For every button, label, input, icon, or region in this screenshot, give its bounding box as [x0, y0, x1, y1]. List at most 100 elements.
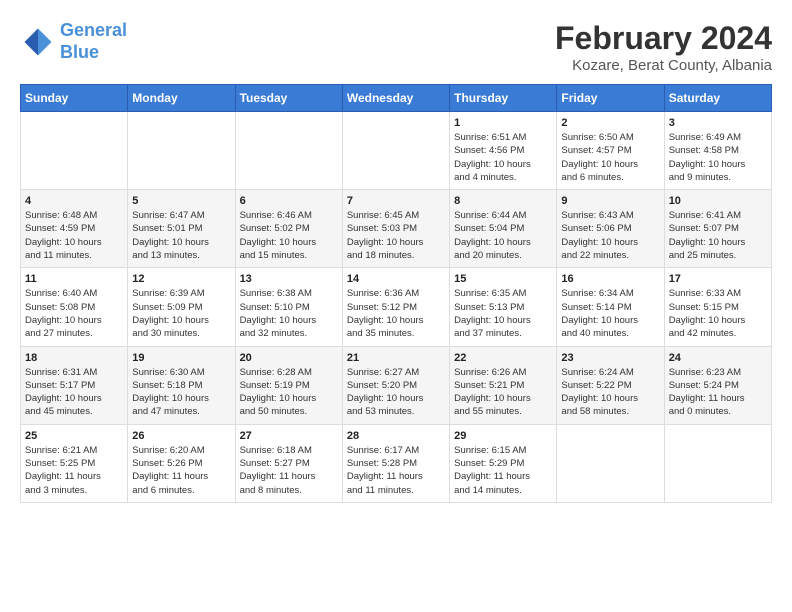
col-header-friday: Friday	[557, 85, 664, 112]
day-info: Sunrise: 6:43 AM Sunset: 5:06 PM Dayligh…	[561, 209, 659, 262]
calendar-cell: 8Sunrise: 6:44 AM Sunset: 5:04 PM Daylig…	[450, 190, 557, 268]
calendar-cell: 17 Sunrise: 6:33 AM Sunset: 5:15 PM Dayli…	[664, 268, 771, 346]
day-number: 21	[347, 352, 445, 364]
day-info: Sunrise: 6:48 AM Sunset: 4:59 PM Dayligh…	[25, 209, 123, 262]
day-number: 29	[454, 430, 552, 442]
week-row-5: 25 Sunrise: 6:21 AM Sunset: 5:25 PM Dayli…	[21, 424, 772, 502]
day-number: 19	[132, 352, 230, 364]
calendar-cell: 26 Sunrise: 6:20 AM Sunset: 5:26 PM Dayli…	[128, 424, 235, 502]
logo-icon	[20, 24, 56, 60]
calendar-cell: 18Sunrise: 6:31 AM Sunset: 5:17 PM Dayli…	[21, 346, 128, 424]
day-info: Sunrise: 6:41 AM Sunset: 5:07 PM Dayligh…	[669, 209, 767, 262]
day-number: 12	[132, 273, 230, 285]
calendar-cell: 2Sunrise: 6:50 AM Sunset: 4:57 PM Daylig…	[557, 112, 664, 190]
calendar-cell: 27Sunrise: 6:18 AM Sunset: 5:27 PM Dayli…	[235, 424, 342, 502]
calendar-cell: 13 Sunrise: 6:38 AM Sunset: 5:10 PM Dayli…	[235, 268, 342, 346]
calendar-cell: 21 Sunrise: 6:27 AM Sunset: 5:20 PM Dayli…	[342, 346, 449, 424]
day-number: 26	[132, 430, 230, 442]
day-info: Sunrise: 6:40 AM Sunset: 5:08 PM Dayligh…	[25, 287, 123, 340]
day-number: 8	[454, 195, 552, 207]
day-info: Sunrise: 6:34 AM Sunset: 5:14 PM Dayligh…	[561, 287, 659, 340]
calendar-cell: 19 Sunrise: 6:30 AM Sunset: 5:18 PM Dayli…	[128, 346, 235, 424]
logo: General Blue	[20, 20, 127, 63]
day-number: 9	[561, 195, 659, 207]
col-header-saturday: Saturday	[664, 85, 771, 112]
calendar-cell: 1Sunrise: 6:51 AM Sunset: 4:56 PM Daylig…	[450, 112, 557, 190]
day-number: 14	[347, 273, 445, 285]
calendar-cell: 29 Sunrise: 6:15 AM Sunset: 5:29 PM Dayli…	[450, 424, 557, 502]
col-header-tuesday: Tuesday	[235, 85, 342, 112]
day-number: 18	[25, 352, 123, 364]
day-number: 25	[25, 430, 123, 442]
calendar-cell	[664, 424, 771, 502]
calendar-cell: 23Sunrise: 6:24 AM Sunset: 5:22 PM Dayli…	[557, 346, 664, 424]
day-number: 17	[669, 273, 767, 285]
day-number: 13	[240, 273, 338, 285]
week-row-1: 1Sunrise: 6:51 AM Sunset: 4:56 PM Daylig…	[21, 112, 772, 190]
calendar-cell: 7 Sunrise: 6:45 AM Sunset: 5:03 PM Daylig…	[342, 190, 449, 268]
col-header-monday: Monday	[128, 85, 235, 112]
day-info: Sunrise: 6:36 AM Sunset: 5:12 PM Dayligh…	[347, 287, 445, 340]
day-number: 15	[454, 273, 552, 285]
day-number: 10	[669, 195, 767, 207]
calendar-body: 1Sunrise: 6:51 AM Sunset: 4:56 PM Daylig…	[21, 112, 772, 503]
col-header-wednesday: Wednesday	[342, 85, 449, 112]
day-number: 6	[240, 195, 338, 207]
day-info: Sunrise: 6:50 AM Sunset: 4:57 PM Dayligh…	[561, 131, 659, 184]
week-row-4: 18Sunrise: 6:31 AM Sunset: 5:17 PM Dayli…	[21, 346, 772, 424]
col-header-sunday: Sunday	[21, 85, 128, 112]
day-number: 11	[25, 273, 123, 285]
day-info: Sunrise: 6:15 AM Sunset: 5:29 PM Dayligh…	[454, 444, 552, 497]
day-info: Sunrise: 6:33 AM Sunset: 5:15 PM Dayligh…	[669, 287, 767, 340]
calendar-cell	[21, 112, 128, 190]
calendar-cell: 12 Sunrise: 6:39 AM Sunset: 5:09 PM Dayli…	[128, 268, 235, 346]
day-number: 4	[25, 195, 123, 207]
logo-text: General Blue	[60, 20, 127, 63]
day-number: 7	[347, 195, 445, 207]
calendar-cell	[557, 424, 664, 502]
calendar-cell: 24Sunrise: 6:23 AM Sunset: 5:24 PM Dayli…	[664, 346, 771, 424]
calendar-header: SundayMondayTuesdayWednesdayThursdayFrid…	[21, 85, 772, 112]
page-header: General Blue February 2024 Kozare, Berat…	[20, 20, 772, 74]
calendar-cell: 10 Sunrise: 6:41 AM Sunset: 5:07 PM Dayli…	[664, 190, 771, 268]
title-block: February 2024 Kozare, Berat County, Alba…	[555, 20, 772, 74]
calendar-cell: 6 Sunrise: 6:46 AM Sunset: 5:02 PM Daylig…	[235, 190, 342, 268]
day-info: Sunrise: 6:30 AM Sunset: 5:18 PM Dayligh…	[132, 366, 230, 419]
day-info: Sunrise: 6:21 AM Sunset: 5:25 PM Dayligh…	[25, 444, 123, 497]
week-row-2: 4 Sunrise: 6:48 AM Sunset: 4:59 PM Daylig…	[21, 190, 772, 268]
calendar-cell: 16 Sunrise: 6:34 AM Sunset: 5:14 PM Dayli…	[557, 268, 664, 346]
logo-line2: Blue	[60, 42, 99, 62]
calendar-cell: 11 Sunrise: 6:40 AM Sunset: 5:08 PM Dayli…	[21, 268, 128, 346]
calendar-cell	[128, 112, 235, 190]
calendar-cell: 4 Sunrise: 6:48 AM Sunset: 4:59 PM Daylig…	[21, 190, 128, 268]
day-info: Sunrise: 6:39 AM Sunset: 5:09 PM Dayligh…	[132, 287, 230, 340]
calendar-cell: 20 Sunrise: 6:28 AM Sunset: 5:19 PM Dayli…	[235, 346, 342, 424]
subtitle: Kozare, Berat County, Albania	[555, 57, 772, 74]
col-header-thursday: Thursday	[450, 85, 557, 112]
day-number: 3	[669, 117, 767, 129]
calendar-cell: 25 Sunrise: 6:21 AM Sunset: 5:25 PM Dayli…	[21, 424, 128, 502]
calendar-cell	[342, 112, 449, 190]
day-info: Sunrise: 6:45 AM Sunset: 5:03 PM Dayligh…	[347, 209, 445, 262]
day-info: Sunrise: 6:38 AM Sunset: 5:10 PM Dayligh…	[240, 287, 338, 340]
day-number: 22	[454, 352, 552, 364]
calendar-cell: 28Sunrise: 6:17 AM Sunset: 5:28 PM Dayli…	[342, 424, 449, 502]
day-info: Sunrise: 6:35 AM Sunset: 5:13 PM Dayligh…	[454, 287, 552, 340]
day-info: Sunrise: 6:27 AM Sunset: 5:20 PM Dayligh…	[347, 366, 445, 419]
day-number: 5	[132, 195, 230, 207]
day-info: Sunrise: 6:28 AM Sunset: 5:19 PM Dayligh…	[240, 366, 338, 419]
day-info: Sunrise: 6:51 AM Sunset: 4:56 PM Dayligh…	[454, 131, 552, 184]
day-number: 16	[561, 273, 659, 285]
calendar-cell: 9 Sunrise: 6:43 AM Sunset: 5:06 PM Daylig…	[557, 190, 664, 268]
day-info: Sunrise: 6:47 AM Sunset: 5:01 PM Dayligh…	[132, 209, 230, 262]
calendar-cell	[235, 112, 342, 190]
day-info: Sunrise: 6:46 AM Sunset: 5:02 PM Dayligh…	[240, 209, 338, 262]
day-info: Sunrise: 6:49 AM Sunset: 4:58 PM Dayligh…	[669, 131, 767, 184]
day-info: Sunrise: 6:18 AM Sunset: 5:27 PM Dayligh…	[240, 444, 338, 497]
day-info: Sunrise: 6:20 AM Sunset: 5:26 PM Dayligh…	[132, 444, 230, 497]
main-title: February 2024	[555, 20, 772, 57]
day-number: 20	[240, 352, 338, 364]
day-info: Sunrise: 6:26 AM Sunset: 5:21 PM Dayligh…	[454, 366, 552, 419]
day-info: Sunrise: 6:17 AM Sunset: 5:28 PM Dayligh…	[347, 444, 445, 497]
calendar-cell: 14 Sunrise: 6:36 AM Sunset: 5:12 PM Dayli…	[342, 268, 449, 346]
